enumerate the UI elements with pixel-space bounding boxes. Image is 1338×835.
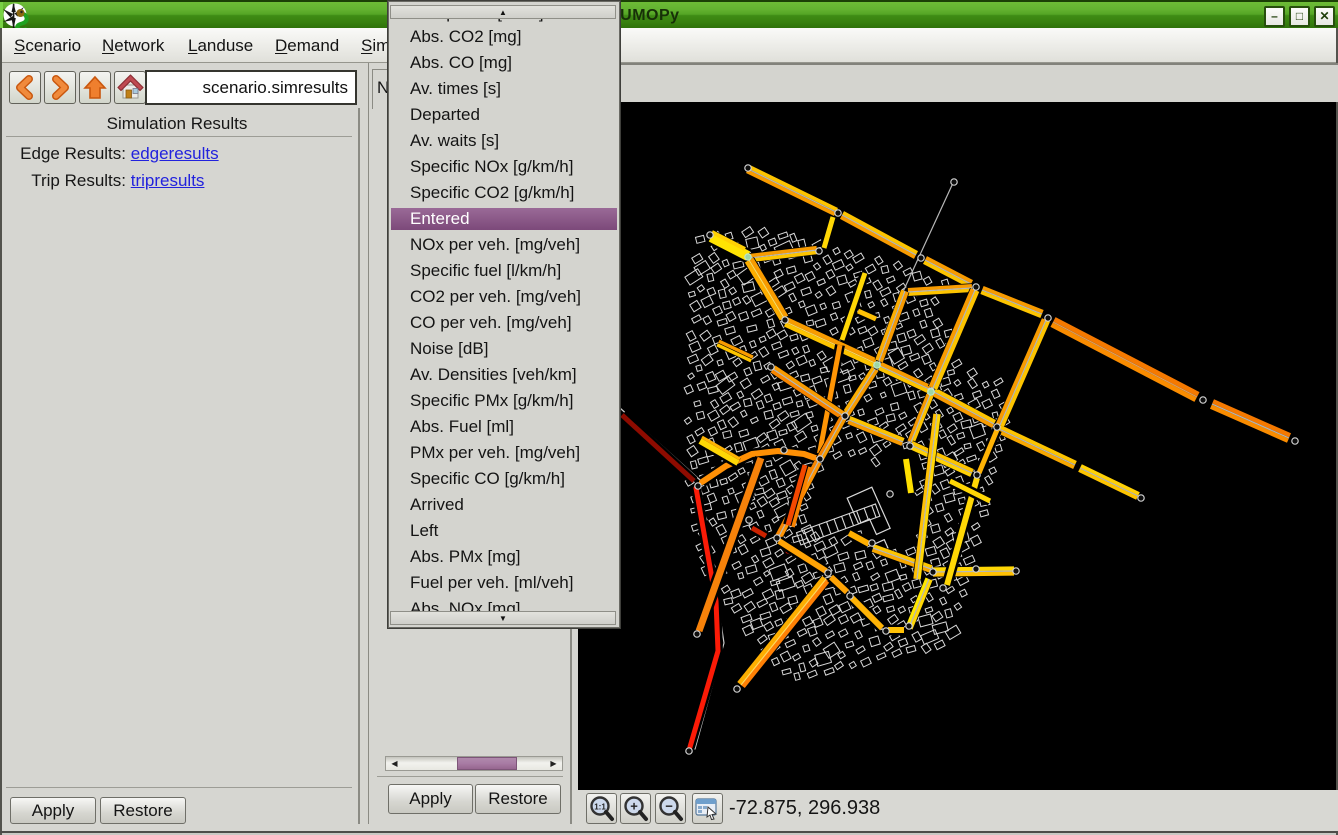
svg-text:+: +: [630, 799, 638, 814]
svg-text:−: −: [665, 799, 673, 814]
svg-text:1:1: 1:1: [594, 803, 606, 812]
